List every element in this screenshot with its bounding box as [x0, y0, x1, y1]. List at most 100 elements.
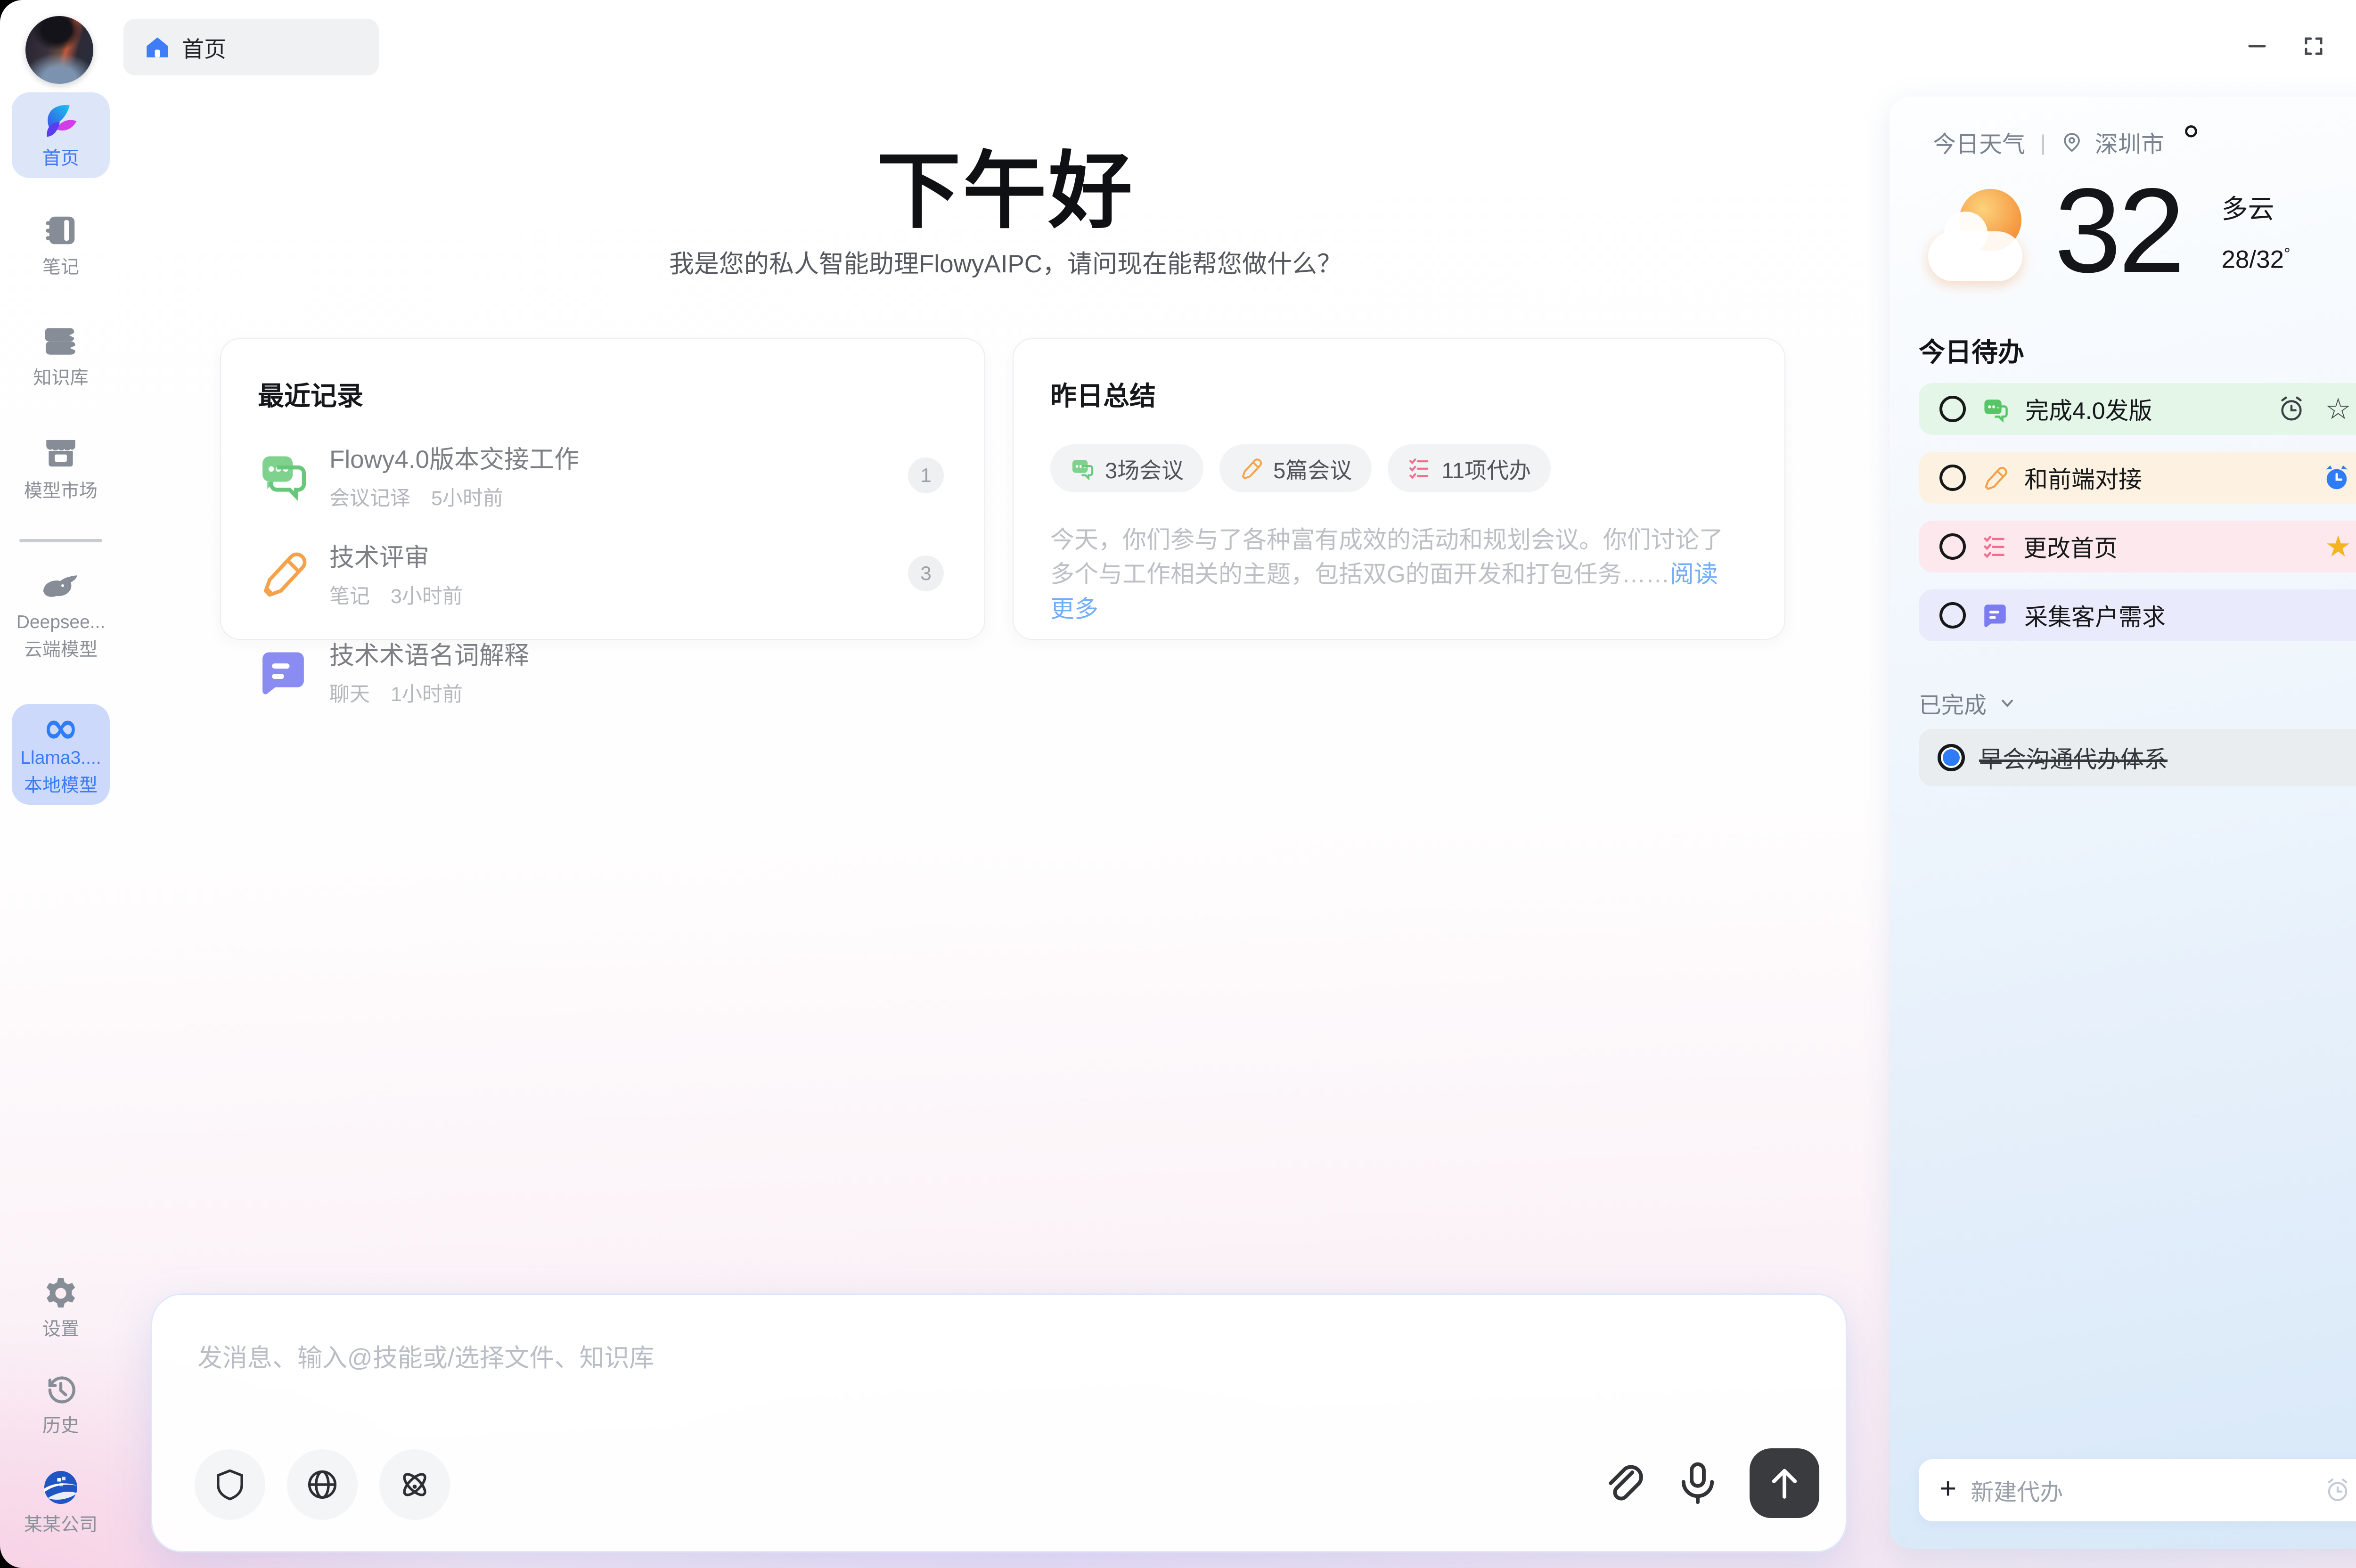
todo-item-release[interactable]: 完成4.0发版 ☆ [1919, 383, 2356, 435]
alarm-blue-icon[interactable] [2322, 463, 2351, 492]
sidebar-divider [19, 539, 102, 542]
notebook-icon [42, 212, 79, 249]
sidebar-item-market[interactable]: 模型市场 [24, 434, 98, 504]
todo-item-label: 更改首页 [2023, 530, 2309, 564]
app-window: 首页 首页 [0, 0, 2356, 1568]
window-controls [2242, 31, 2356, 61]
star-filled-icon[interactable]: ★ [2325, 532, 2351, 561]
meeting-chat-icon [1982, 395, 2009, 423]
clock-icon[interactable] [2277, 394, 2306, 424]
storefront-icon [41, 434, 80, 473]
recent-item-time: 5小时前 [431, 482, 503, 511]
whale-icon [41, 573, 81, 604]
shield-button[interactable] [195, 1449, 265, 1520]
todos-pill[interactable]: 11项代办 [1388, 444, 1551, 492]
sidebar-item-label: 笔记 [42, 255, 79, 280]
atom-button[interactable] [379, 1449, 450, 1520]
tab-home[interactable]: 首页 [123, 19, 379, 75]
yesterday-summary-card: 昨日总结 3场会议 5篇会议 11项代办 今天，你们参与了各种富有 [1013, 338, 1785, 640]
location-pin-icon [2061, 132, 2083, 154]
summary-text: 今天，你们参与了各种富有成效的活动和规划会议。你们讨论了多个与工作相关的主题，包… [1050, 523, 1738, 626]
sidebar-item-company[interactable]: 某某公司 [24, 1469, 98, 1538]
weather-widget: 32 ° 多云 28/32° [1925, 176, 2291, 294]
avatar[interactable] [25, 16, 93, 84]
composer-actions [1603, 1448, 1819, 1518]
recent-item-type: 聊天 [329, 678, 370, 707]
sidebar-item-label: 设置 [42, 1317, 79, 1342]
sidebar-item-local-model[interactable]: ∞ Llama3.... 本地模型 [12, 704, 110, 805]
meetings-pill[interactable]: 3场会议 [1050, 444, 1203, 492]
sidebar-item-label: 模型市场 [24, 479, 98, 504]
books-icon [41, 321, 80, 359]
right-panel: 今日天气 | 深圳市 32 ° 多云 28/32° 今日待办 完成4.0 [1890, 97, 2356, 1549]
tab-home-label: 首页 [182, 31, 226, 64]
recent-item-meeting[interactable]: Flowy4.0版本交接工作 会议记译 5小时前 1 [258, 440, 948, 511]
sidebar-item-sublabel: 本地模型 [24, 774, 98, 799]
unread-badge: 1 [908, 457, 944, 493]
checklist-icon [1407, 457, 1431, 480]
todo-checkbox[interactable] [1939, 465, 1966, 491]
flowy-logo-icon [39, 99, 82, 143]
attachment-icon[interactable] [1603, 1462, 1646, 1505]
microphone-icon[interactable] [1676, 1462, 1719, 1505]
sidebar-item-home[interactable]: 首页 [12, 92, 110, 178]
new-todo-label: 新建代办 [1971, 1474, 2310, 1507]
sidebar-item-label: 某某公司 [24, 1513, 98, 1538]
sidebar-item-cloud-model[interactable]: Deepsee... 云端模型 [16, 573, 106, 662]
weather-header: 今日天气 | 深圳市 [1933, 126, 2164, 159]
recent-item-time: 3小时前 [391, 580, 463, 609]
recent-records-card: 最近记录 Flowy4.0版本交接工作 会议记译 5小时前 1 技术 [220, 338, 985, 640]
maximize-button[interactable] [2299, 31, 2329, 61]
notes-pill[interactable]: 5篇会议 [1219, 444, 1372, 492]
completed-section-toggle[interactable]: 已完成 [1919, 686, 2017, 719]
recent-item-review[interactable]: 技术评审 笔记 3小时前 3 [258, 538, 948, 609]
sidebar-item-settings[interactable]: 设置 [42, 1276, 79, 1342]
recent-item-title: Flowy4.0版本交接工作 [329, 440, 579, 475]
todo-checkbox[interactable] [1939, 533, 1966, 560]
sidebar-item-notes[interactable]: 笔记 [42, 212, 79, 280]
star-outline-icon[interactable]: ☆ [2325, 394, 2351, 424]
sidebar-item-knowledge[interactable]: 知识库 [33, 321, 88, 391]
send-button[interactable] [1750, 1448, 1819, 1518]
company-logo-icon [42, 1469, 80, 1506]
summary-pills: 3场会议 5篇会议 11项代办 [1050, 444, 1748, 492]
todo-checkbox[interactable] [1939, 602, 1966, 629]
checklist-icon [1982, 534, 2007, 559]
recent-item-type: 笔记 [329, 580, 370, 609]
todo-section-title: 今日待办 [1919, 331, 2024, 369]
recent-item-glossary[interactable]: 技术术语名词解释 聊天 1小时前 [258, 636, 948, 707]
message-composer[interactable]: 发消息、输入@技能或/选择文件、知识库 [151, 1293, 1847, 1552]
todo-list: 完成4.0发版 ☆ 和前端对接 [1919, 383, 2356, 641]
gear-icon [43, 1276, 78, 1311]
weather-range: 28/32 [2221, 246, 2284, 274]
meta-infinity-icon: ∞ [43, 710, 79, 745]
sidebar-item-history[interactable]: 历史 [42, 1372, 79, 1439]
completed-radio-icon[interactable] [1938, 744, 1965, 771]
recent-item-type: 会议记译 [329, 482, 410, 511]
todo-item-requirements[interactable]: 采集客户需求 [1919, 589, 2356, 641]
globe-button[interactable] [287, 1449, 358, 1520]
sidebar-item-label: Llama3.... [20, 746, 101, 771]
chat-doc-icon [1982, 602, 2008, 629]
todo-item-label: 完成4.0发版 [2025, 392, 2261, 426]
alarm-outline-icon[interactable] [2324, 1477, 2351, 1504]
plus-icon: + [1939, 1474, 1956, 1503]
sidebar: 首页 笔记 知识库 模型市场 Deepsee... 云端 [0, 92, 122, 1568]
todo-item-homepage[interactable]: 更改首页 ★ [1919, 521, 2356, 572]
weather-city[interactable]: 深圳市 [2095, 126, 2164, 159]
home-icon [145, 35, 170, 59]
new-todo-button[interactable]: + 新建代办 [1919, 1459, 2356, 1521]
pencil-icon [258, 548, 309, 599]
composer-placeholder: 发消息、输入@技能或/选择文件、知识库 [197, 1338, 654, 1374]
pill-label: 5篇会议 [1273, 452, 1352, 485]
todo-checkbox[interactable] [1939, 396, 1966, 422]
todo-item-frontend[interactable]: 和前端对接 [1919, 452, 2356, 504]
chevron-down-icon [1998, 694, 2017, 712]
todo-item-label: 和前端对接 [2024, 461, 2306, 495]
sidebar-item-label: 首页 [42, 147, 79, 172]
yesterday-summary-title: 昨日总结 [1050, 375, 1748, 413]
minimize-button[interactable] [2242, 31, 2272, 61]
unread-badge: 3 [908, 555, 944, 591]
completed-todo-item[interactable]: 早会沟通代办体系 [1919, 729, 2356, 786]
meeting-chat-icon [258, 450, 309, 501]
